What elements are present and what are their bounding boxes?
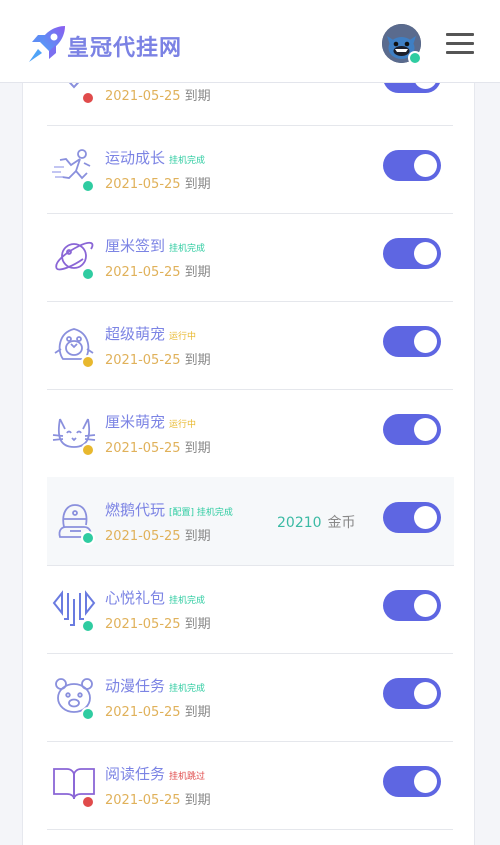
toggle-knob	[414, 83, 437, 89]
task-row[interactable]: 心悦礼包 挂机完成 2021-05-25 到期	[47, 565, 453, 654]
expiry-date: 2021-05-25 到期	[105, 265, 211, 280]
expiry-date: 2021-05-25 到期	[105, 441, 211, 456]
task-name[interactable]: 超级萌宠 运行中	[105, 323, 196, 344]
expiry-date: 2021-05-25 到期	[105, 177, 211, 192]
status-badge: 挂机完成	[169, 596, 206, 606]
status-dot	[81, 619, 95, 633]
task-toggle[interactable]	[383, 590, 441, 621]
toggle-knob	[414, 154, 437, 177]
task-row[interactable]: 超级萌宠 运行中 2021-05-25 到期	[47, 301, 453, 390]
status-dot	[81, 531, 95, 545]
status-badge: 运行中	[169, 332, 197, 342]
task-toggle[interactable]	[383, 678, 441, 709]
toggle-knob	[414, 242, 437, 265]
status-badge: 挂机跳过	[169, 772, 206, 782]
task-toggle[interactable]	[383, 502, 441, 533]
toggle-knob	[414, 506, 437, 529]
status-badge: 运行中	[169, 420, 197, 430]
task-toggle[interactable]	[383, 766, 441, 797]
status-dot	[81, 91, 95, 105]
task-list: 2021-05-25 到期 运动成长 挂机完成 2021-05-25 到期 厘米签到 挂机完成…	[22, 83, 475, 845]
task-name[interactable]: 燃鹅代玩 [配置] 挂机完成	[105, 499, 233, 520]
task-name[interactable]: 厘米签到 挂机完成	[105, 235, 205, 256]
expiry-date: 2021-05-25 到期	[105, 705, 211, 720]
hamburger-menu-icon[interactable]	[446, 33, 474, 55]
task-row[interactable]: 厘米签到 挂机完成 2021-05-25 到期	[47, 213, 453, 302]
task-toggle[interactable]	[383, 150, 441, 181]
task-row[interactable]: 动漫任务 挂机完成 2021-05-25 到期	[47, 653, 453, 742]
coin-balance: 20210 金币	[277, 515, 356, 531]
task-toggle[interactable]	[383, 83, 441, 93]
status-dot	[81, 355, 95, 369]
expiry-date: 2021-05-25 到期	[105, 89, 211, 104]
task-name[interactable]: 动漫任务 挂机完成	[105, 675, 205, 696]
task-toggle[interactable]	[383, 238, 441, 269]
expiry-date: 2021-05-25 到期	[105, 529, 211, 544]
toggle-knob	[414, 330, 437, 353]
rocket-logo-icon	[29, 26, 65, 62]
task-name[interactable]: 运动成长 挂机完成	[105, 147, 205, 168]
status-dot	[81, 179, 95, 193]
status-dot	[81, 795, 95, 809]
task-row[interactable]: 阅读任务 挂机跳过 2021-05-25 到期	[47, 741, 453, 830]
status-dot	[81, 443, 95, 457]
expiry-date: 2021-05-25 到期	[105, 617, 211, 632]
task-row[interactable]: 运动成长 挂机完成 2021-05-25 到期	[47, 125, 453, 214]
online-status-dot	[408, 51, 422, 65]
status-dot	[81, 267, 95, 281]
task-toggle[interactable]	[383, 326, 441, 357]
toggle-knob	[414, 594, 437, 617]
task-toggle[interactable]	[383, 414, 441, 445]
status-badge: 挂机完成	[169, 684, 206, 694]
task-row[interactable]: 厘米萌宠 运行中 2021-05-25 到期	[47, 389, 453, 478]
expiry-date: 2021-05-25 到期	[105, 353, 211, 368]
task-name[interactable]: 厘米萌宠 运行中	[105, 411, 196, 432]
task-name[interactable]: 阅读任务 挂机跳过	[105, 763, 205, 784]
toggle-knob	[414, 682, 437, 705]
app-title[interactable]: 皇冠代挂网	[67, 30, 182, 62]
expiry-date: 2021-05-25 到期	[105, 793, 211, 808]
toggle-knob	[414, 418, 437, 441]
status-badge: 挂机完成	[169, 244, 206, 254]
app-header: 皇冠代挂网	[0, 0, 500, 83]
toggle-knob	[414, 770, 437, 793]
task-row[interactable]: 燃鹅代玩 [配置] 挂机完成 2021-05-25 到期 20210 金币	[47, 477, 454, 566]
status-dot	[81, 707, 95, 721]
task-row[interactable]: 2021-05-25 到期	[47, 83, 453, 126]
status-badge: [配置] 挂机完成	[169, 508, 233, 518]
task-name[interactable]: 心悦礼包 挂机完成	[105, 587, 205, 608]
status-badge: 挂机完成	[169, 156, 206, 166]
